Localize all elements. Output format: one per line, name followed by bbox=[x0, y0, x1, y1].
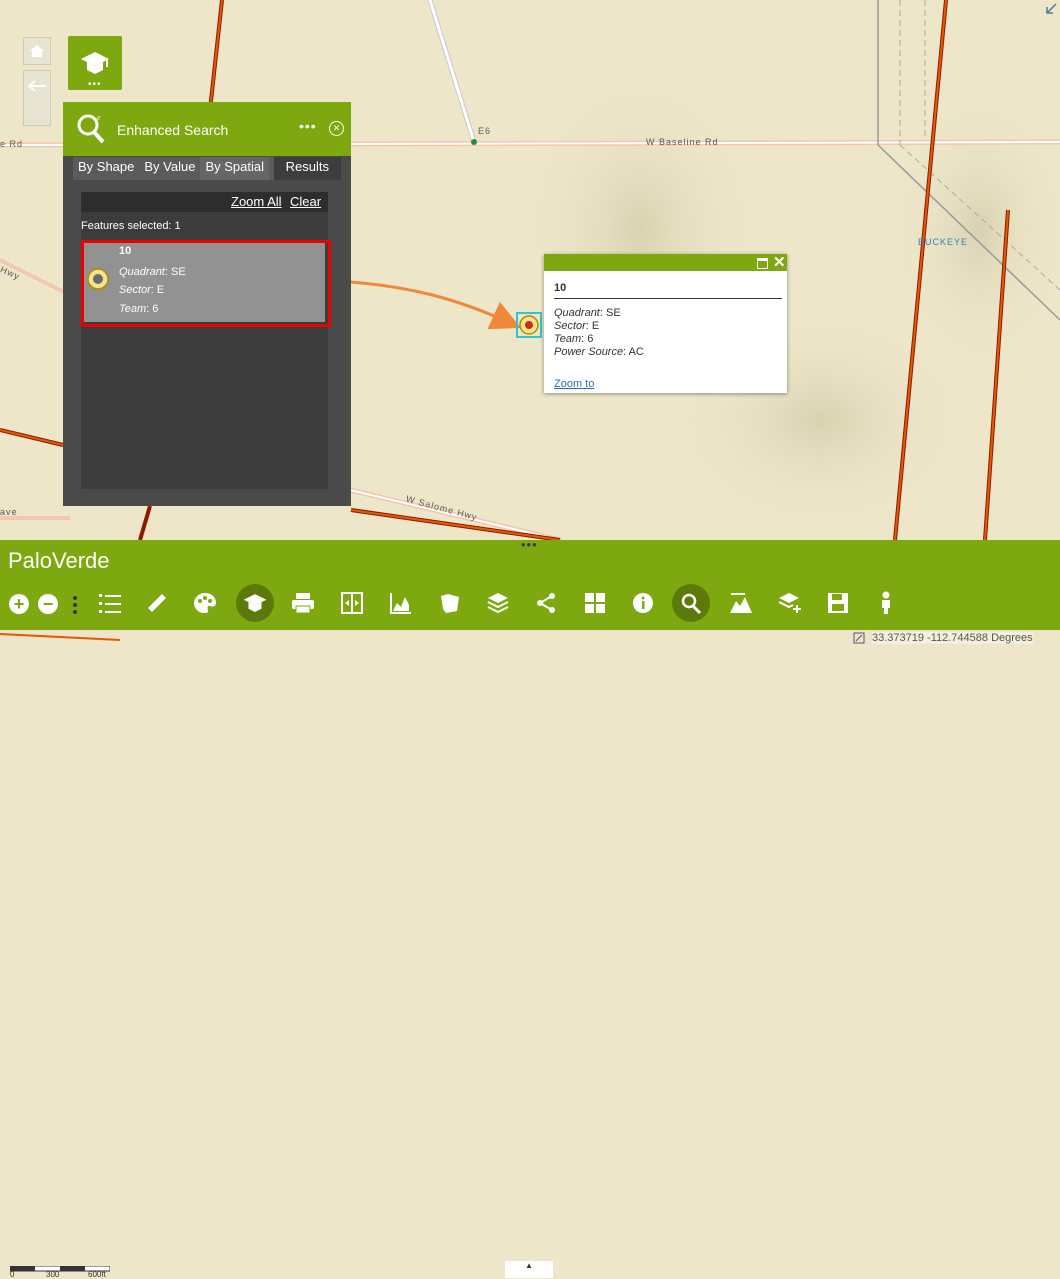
add-layers-icon bbox=[778, 593, 801, 613]
popup-title: 10 bbox=[554, 282, 567, 294]
street-view-button[interactable] bbox=[871, 588, 901, 618]
profile-icon bbox=[730, 593, 752, 613]
layers-button[interactable] bbox=[483, 588, 513, 618]
tile-more-icon: ••• bbox=[88, 79, 102, 90]
back-extent-button[interactable] bbox=[23, 70, 51, 126]
expand-arrow-icon[interactable] bbox=[1044, 2, 1058, 16]
vertical-more-icon[interactable] bbox=[71, 594, 79, 616]
list-icon bbox=[99, 594, 121, 613]
popup-row-team: Team: 6 bbox=[554, 333, 594, 345]
save-session-button[interactable] bbox=[823, 588, 853, 618]
road-label-baseline-left: e Rd bbox=[0, 139, 24, 149]
scale-bar: 0 300 600ft bbox=[10, 1263, 110, 1279]
palette-icon bbox=[194, 593, 216, 613]
toolbar-more-icon[interactable]: ••• bbox=[521, 537, 538, 552]
scale-label-0: 0 bbox=[10, 1270, 15, 1279]
info-icon bbox=[633, 593, 653, 613]
enhanced-search-panel: e Enhanced Search ••• ✕ By Shape By Valu… bbox=[63, 102, 412, 605]
share-icon bbox=[537, 593, 555, 613]
coordinate-icon[interactable] bbox=[853, 632, 865, 644]
collapse-toolbar-button[interactable]: ▲ bbox=[505, 1261, 553, 1278]
arrow-left-icon bbox=[27, 80, 46, 92]
elevation-profile-button[interactable] bbox=[726, 588, 756, 618]
search-icon bbox=[681, 593, 702, 615]
measure-button[interactable] bbox=[142, 588, 172, 618]
basemap-gallery-button[interactable] bbox=[580, 588, 610, 618]
grad-cap-icon bbox=[243, 594, 267, 612]
clear-link[interactable]: Clear bbox=[290, 194, 321, 209]
bottom-toolbar: ••• PaloVerde + − bbox=[0, 537, 1060, 630]
road-label-e6: E6 bbox=[478, 126, 492, 136]
place-label-buckeye: BUCKEYE bbox=[918, 237, 969, 247]
search-tabs: By Shape By Value By Spatial Results bbox=[73, 157, 341, 180]
home-button[interactable] bbox=[23, 37, 51, 65]
popup-row-power-source: Power Source: AC bbox=[554, 346, 644, 358]
area-chart-icon bbox=[390, 593, 411, 614]
result-highlight-box bbox=[81, 240, 331, 327]
features-selected-text: Features selected: 1 bbox=[81, 220, 181, 232]
road-label-baseline: W Baseline Rd bbox=[646, 137, 719, 147]
zoom-in-button[interactable]: + bbox=[9, 594, 29, 614]
panel-title: Enhanced Search bbox=[117, 122, 229, 138]
feature-popup: ✕ 10 Quadrant: SE Sector: E Team: 6 Powe… bbox=[544, 254, 787, 393]
save-icon bbox=[828, 593, 848, 613]
home-icon bbox=[30, 45, 44, 57]
popup-row-sector: Sector: E bbox=[554, 320, 600, 332]
panel-more-icon[interactable]: ••• bbox=[299, 118, 317, 134]
swipe-button[interactable] bbox=[337, 588, 367, 618]
search-icon: e bbox=[77, 113, 105, 144]
tab-by-spatial[interactable]: By Spatial bbox=[200, 157, 269, 180]
status-bar: 0 300 600ft ▲ 33.373719 -112.744588 Degr… bbox=[0, 630, 1060, 1279]
about-button[interactable] bbox=[628, 588, 658, 618]
road-label-ave: ave bbox=[0, 507, 18, 517]
map-report-icon bbox=[441, 594, 459, 613]
layers-icon bbox=[487, 593, 509, 614]
tab-results[interactable]: Results bbox=[273, 157, 341, 180]
zoom-to-link[interactable]: Zoom to bbox=[554, 378, 594, 390]
app-title: PaloVerde bbox=[8, 548, 110, 573]
popup-row-quadrant: Quadrant: SE bbox=[554, 307, 621, 319]
popup-close-icon[interactable]: ✕ bbox=[773, 253, 786, 271]
tab-by-value[interactable]: By Value bbox=[139, 157, 200, 180]
search-toolbar-button[interactable] bbox=[672, 584, 710, 622]
svg-text:e: e bbox=[97, 113, 101, 122]
draw-button[interactable] bbox=[190, 588, 220, 618]
print-button[interactable] bbox=[288, 588, 318, 618]
grid-icon bbox=[585, 593, 605, 613]
add-layer-button[interactable] bbox=[775, 588, 805, 618]
report-button[interactable] bbox=[435, 588, 465, 618]
panel-close-button[interactable]: ✕ bbox=[329, 121, 344, 136]
popup-divider bbox=[554, 298, 782, 299]
zoom-out-button[interactable]: − bbox=[38, 594, 58, 614]
share-button[interactable] bbox=[531, 588, 561, 618]
grad-cap-icon bbox=[81, 52, 109, 74]
swipe-icon bbox=[341, 592, 363, 614]
panel-header: e Enhanced Search ••• ✕ bbox=[63, 102, 351, 156]
maximize-icon[interactable] bbox=[757, 258, 768, 269]
popup-header: ✕ bbox=[544, 254, 787, 271]
enhanced-search-toolbar-button[interactable] bbox=[236, 584, 274, 622]
results-list: Zoom All Clear Features selected: 1 10 Q… bbox=[81, 192, 331, 489]
layer-list-button[interactable] bbox=[95, 588, 125, 618]
scale-label-300: 300 bbox=[46, 1270, 60, 1279]
chart-button[interactable] bbox=[386, 588, 416, 618]
zoom-all-link[interactable]: Zoom All bbox=[231, 194, 282, 209]
scale-label-600: 600ft bbox=[88, 1270, 106, 1279]
ruler-icon bbox=[148, 594, 166, 612]
tab-by-shape[interactable]: By Shape bbox=[73, 157, 139, 180]
pegman-icon bbox=[882, 591, 890, 614]
coordinates-readout: 33.373719 -112.744588 Degrees bbox=[872, 632, 1033, 644]
printer-icon bbox=[292, 593, 314, 614]
results-toolbar: Zoom All Clear bbox=[81, 192, 328, 212]
